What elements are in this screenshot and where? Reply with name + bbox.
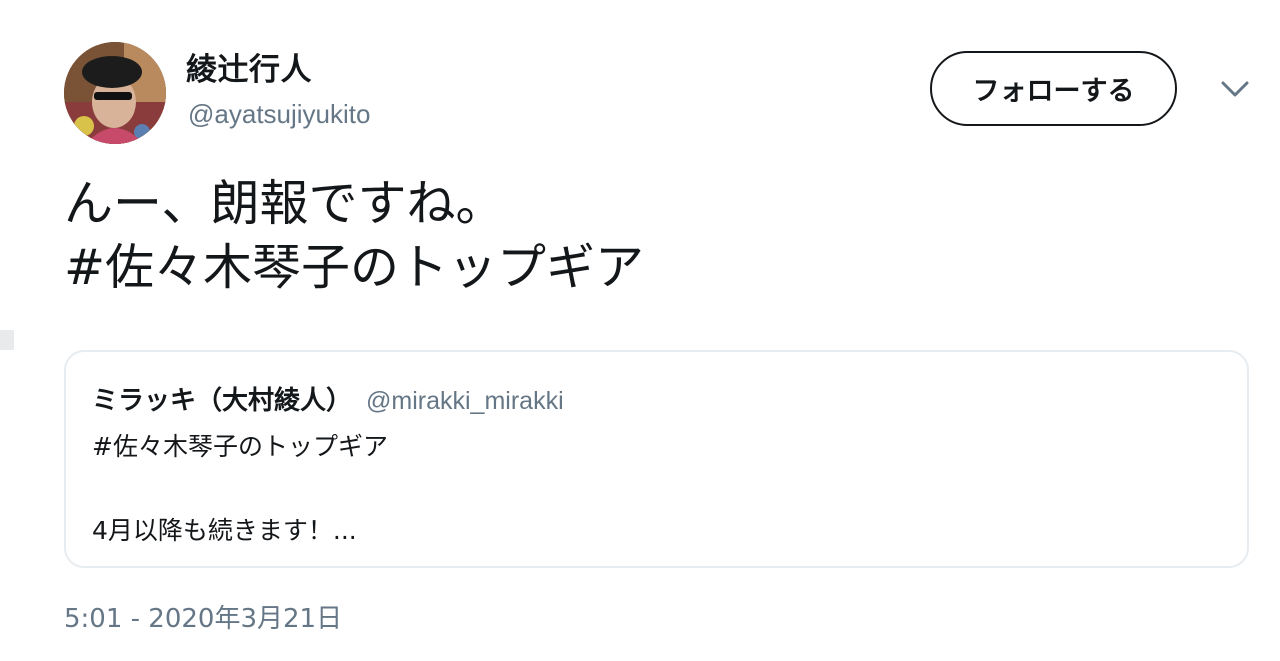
author-display-name[interactable]: 綾辻行人 (186, 44, 312, 89)
quoted-author-handle: @mirakki_mirakki (366, 387, 564, 415)
tweet-card: 綾辻行人 @ayatsujiyukito フォローする んー、朗報ですね。 #佐… (0, 0, 1280, 661)
quoted-author-name: ミラッキ（大村綾人） (92, 386, 353, 416)
tweet-hashtag-link[interactable]: #佐々木琴子のトップギア (64, 236, 644, 300)
avatar-photo (64, 42, 166, 144)
quoted-tweet-text: #佐々木琴子のトップギア 4月以降も続きます！... (92, 426, 388, 552)
quoted-tweet-line: 4月以降も続きます！... (92, 516, 357, 545)
tweet-text: んー、朗報ですね。 #佐々木琴子のトップギア (64, 172, 644, 300)
follow-button[interactable]: フォローする (930, 51, 1177, 126)
chevron-down-icon[interactable] (1218, 74, 1252, 104)
quoted-tweet-line: #佐々木琴子のトップギア (92, 432, 388, 461)
quoted-tweet-card[interactable]: ミラッキ（大村綾人） @mirakki_mirakki #佐々木琴子のトップギア… (64, 350, 1249, 568)
quoted-tweet-header: ミラッキ（大村綾人） @mirakki_mirakki (92, 380, 564, 417)
quoted-tweet-line (92, 468, 388, 510)
tweet-text-line: んー、朗報ですね。 (64, 175, 505, 232)
author-avatar[interactable] (64, 42, 166, 144)
tweet-timestamp[interactable]: 5:01 - 2020年3月21日 (64, 598, 342, 635)
divider (0, 330, 14, 350)
author-handle[interactable]: @ayatsujiyukito (188, 99, 370, 130)
